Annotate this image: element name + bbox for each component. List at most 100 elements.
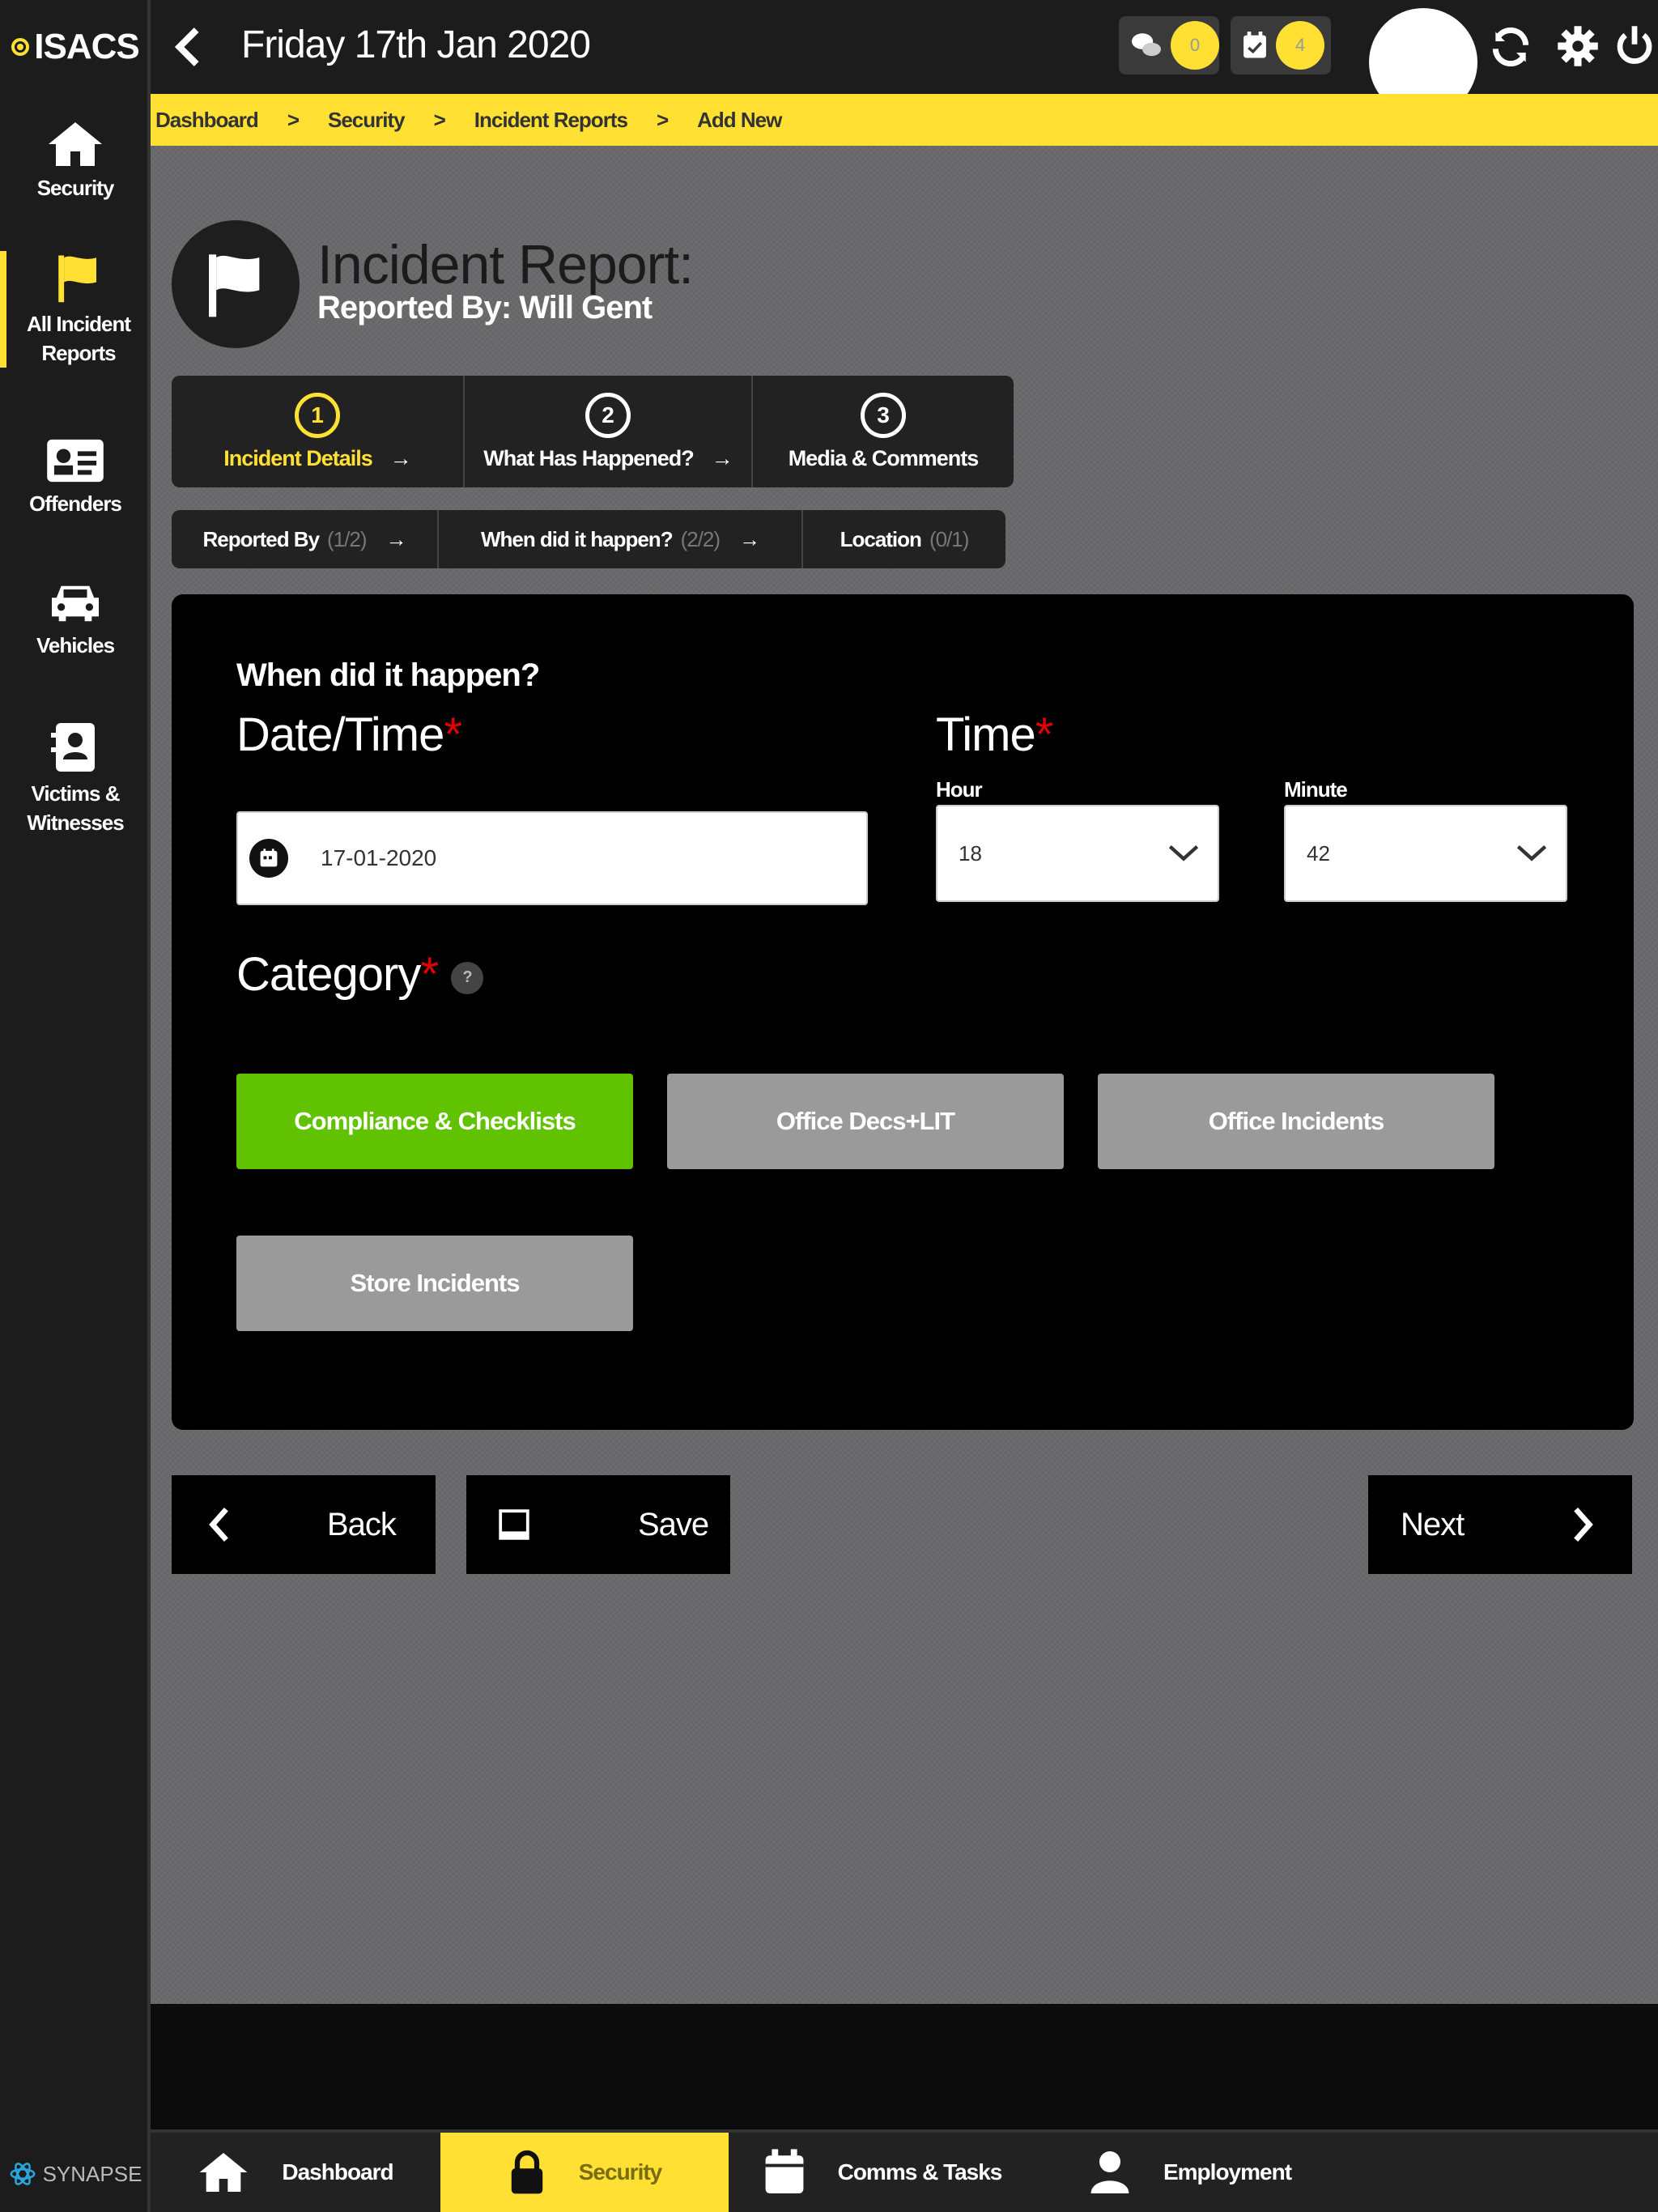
logo-mark-icon — [11, 38, 30, 56]
save-button[interactable]: Save — [466, 1475, 730, 1574]
step-media-comments[interactable]: 3 Media & Comments — [753, 376, 1014, 487]
arrow-right-icon: → — [711, 445, 733, 470]
sidebar-item-victims-witnesses[interactable]: Victims & Witnesses — [0, 721, 151, 837]
gear-icon[interactable] — [1556, 24, 1600, 68]
hour-value: 18 — [959, 840, 982, 866]
hour-label: Hour — [936, 777, 983, 802]
chat-bubbles-icon — [1132, 33, 1161, 57]
substep-location[interactable]: Location (0/1) — [803, 510, 1005, 568]
wizard-steps: 1 Incident Details → 2 What Has Happened?… — [172, 376, 1014, 487]
breadcrumb-dashboard[interactable]: Dashboard — [155, 108, 259, 133]
bottom-nav-employment[interactable]: Employment — [1036, 2133, 1344, 2212]
breadcrumb-separator: > — [287, 107, 300, 132]
arrow-right-icon: → — [739, 526, 760, 551]
incident-form-card: When did it happen? Date/Time* 17-01-202… — [172, 594, 1634, 1430]
breadcrumb-incident-reports[interactable]: Incident Reports — [474, 108, 628, 133]
category-compliance-checklists[interactable]: Compliance & Checklists — [236, 1074, 633, 1169]
sidebar-item-offenders[interactable]: Offenders — [0, 437, 151, 518]
reported-by: Reported By: Will Gent — [317, 290, 653, 325]
back-chevron-icon[interactable] — [167, 24, 207, 70]
flag-icon — [209, 254, 260, 317]
chevron-left-icon — [209, 1507, 228, 1542]
bottom-nav-label: Dashboard — [282, 2159, 393, 2184]
substep-reported-by[interactable]: Reported By (1/2) → — [172, 510, 439, 568]
category-office-decs-lit[interactable]: Office Decs+LIT — [667, 1074, 1064, 1169]
arrow-right-icon: → — [389, 445, 412, 470]
save-label: Save — [638, 1506, 709, 1542]
calendar-check-icon — [1244, 32, 1266, 58]
power-icon[interactable] — [1613, 24, 1656, 68]
substep-when-did-it-happen[interactable]: When did it happen? (2/2) → — [439, 510, 803, 568]
next-button[interactable]: Next — [1368, 1475, 1632, 1574]
hour-select[interactable]: 18 — [936, 805, 1219, 902]
chevron-right-icon — [1574, 1507, 1594, 1542]
sidebar-item-security[interactable]: Security — [0, 120, 151, 202]
category-store-incidents[interactable]: Store Incidents — [236, 1236, 633, 1331]
substep-label: Reported By — [202, 526, 320, 551]
breadcrumb-separator: > — [656, 107, 669, 132]
sidebar-item-label: Offenders — [29, 491, 122, 516]
date-input[interactable]: 17-01-2020 — [236, 811, 868, 905]
step-number: 1 — [295, 392, 340, 438]
footer-spacer — [151, 2004, 1658, 2129]
category-label: Category*? — [236, 947, 483, 1002]
sidebar-item-label: All Incident Reports — [26, 312, 131, 365]
arrow-right-icon: → — [385, 526, 407, 551]
car-icon — [52, 585, 99, 622]
contact-book-icon — [51, 723, 95, 772]
home-icon — [49, 122, 102, 166]
step-what-has-happened[interactable]: 2 What Has Happened? → — [465, 376, 753, 487]
step-incident-details[interactable]: 1 Incident Details → — [172, 376, 465, 487]
bottom-nav: Dashboard Security Comms & Tasks Employm… — [151, 2129, 1658, 2212]
bottom-nav-security[interactable]: Security — [440, 2133, 729, 2212]
chevron-down-icon — [1168, 845, 1199, 861]
category-office-incidents[interactable]: Office Incidents — [1098, 1074, 1494, 1169]
sidebar-item-all-incident-reports[interactable]: All Incident Reports — [0, 251, 151, 368]
step-label: Media & Comments — [788, 445, 980, 470]
calendar-icon — [249, 839, 288, 878]
bottom-nav-comms-tasks[interactable]: Comms & Tasks — [729, 2133, 1036, 2212]
main-content: Incident Report: Reported By: Will Gent … — [151, 146, 1658, 2004]
substep-label: Location — [840, 526, 922, 551]
bottom-nav-dashboard[interactable]: Dashboard — [151, 2133, 440, 2212]
page-title: Incident Report: — [317, 234, 694, 296]
bottom-nav-label: Comms & Tasks — [837, 2159, 1003, 2184]
substep-count: (0/1) — [929, 526, 969, 551]
brand-footer-text: SYNAPSE — [42, 2161, 142, 2186]
bottom-nav-label: Security — [578, 2159, 662, 2184]
time-label: Time* — [936, 708, 1053, 761]
next-label: Next — [1401, 1506, 1465, 1542]
sidebar-item-label: Victims & Witnesses — [27, 781, 124, 835]
sidebar-item-vehicles[interactable]: Vehicles — [0, 579, 151, 660]
back-button[interactable]: Back — [172, 1475, 436, 1574]
substep-label: When did it happen? — [480, 526, 674, 551]
messages-button[interactable]: 0 — [1119, 16, 1219, 74]
breadcrumb-separator: > — [433, 107, 446, 132]
top-header: Friday 17th Jan 2020 0 4 — [151, 0, 1658, 117]
tasks-button[interactable]: 4 — [1231, 16, 1331, 74]
section-title: When did it happen? — [236, 657, 540, 693]
step-label: Incident Details — [223, 445, 373, 470]
app-logo[interactable]: ISACS — [0, 0, 151, 94]
sidebar: ISACS Security All Incident Reports Offe… — [0, 0, 151, 2212]
lock-icon — [511, 2150, 542, 2194]
id-card-icon — [47, 439, 104, 483]
date-time-label: Date/Time* — [236, 708, 462, 761]
home-icon — [200, 2153, 248, 2192]
minute-label: Minute — [1284, 777, 1348, 802]
person-icon — [1090, 2151, 1129, 2193]
refresh-icon[interactable] — [1488, 24, 1533, 70]
flag-icon — [58, 255, 96, 303]
save-icon — [499, 1509, 529, 1540]
wizard-substeps: Reported By (1/2) → When did it happen? … — [172, 510, 1005, 568]
back-label: Back — [327, 1506, 397, 1542]
breadcrumb-security[interactable]: Security — [328, 108, 406, 133]
breadcrumb-add-new: Add New — [697, 107, 782, 132]
atom-icon — [10, 2163, 36, 2185]
help-icon[interactable]: ? — [450, 961, 483, 994]
minute-select[interactable]: 42 — [1284, 805, 1567, 902]
logo-text: ISACS — [34, 27, 139, 66]
substep-count: (1/2) — [327, 526, 367, 551]
chevron-down-icon — [1516, 845, 1547, 861]
messages-count-badge: 0 — [1171, 21, 1219, 70]
